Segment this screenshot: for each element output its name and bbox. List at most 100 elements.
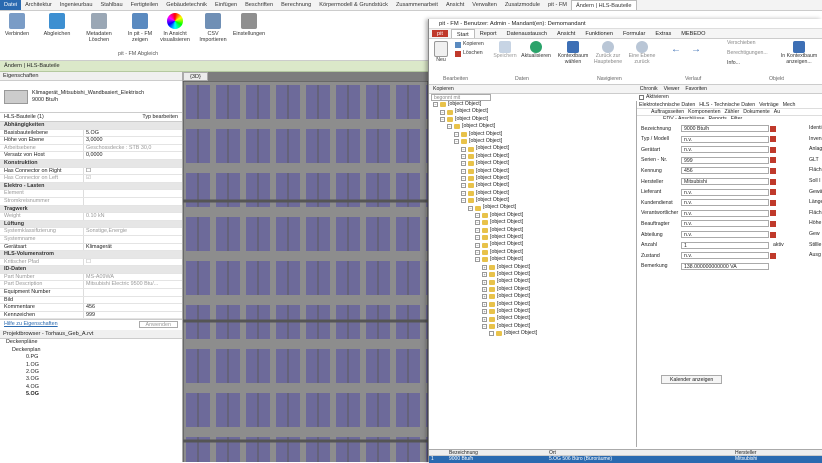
toolbar-viewer[interactable]: Viewer [664, 86, 680, 92]
neu-button[interactable]: Neu [433, 41, 449, 64]
instance-selector[interactable]: HLS-Bauteile (1) [4, 114, 44, 120]
loeschen-button[interactable]: Löschen [455, 50, 483, 57]
tree-node[interactable]: − [object Object] [429, 197, 636, 204]
in-ansicht-visualisieren-button[interactable]: In Ansicht visualisieren [158, 13, 192, 43]
form-field[interactable]: n.v. [681, 252, 769, 260]
ribbon-tab[interactable]: Zusammenarbeit [392, 0, 442, 10]
einstellungen-button[interactable]: Einstellungen [230, 13, 268, 37]
form-field[interactable]: 456 [681, 167, 769, 175]
view-tab-3d[interactable]: {3D} [183, 72, 208, 81]
lookup-icon[interactable] [770, 210, 776, 217]
col-header-ort[interactable]: Ort [549, 450, 735, 456]
expand-toggle-icon[interactable]: − [461, 161, 466, 167]
property-row[interactable]: Versatz von Host 0,0000 [0, 152, 182, 160]
expand-toggle-icon[interactable]: − [475, 220, 480, 226]
tree-node[interactable]: − [object Object] [429, 190, 636, 197]
ribbon-tab[interactable]: Gebäudetechnik [162, 0, 211, 10]
expand-toggle-icon[interactable]: − [482, 323, 487, 329]
tree-node[interactable]: − [object Object] [429, 256, 636, 263]
expand-toggle-icon[interactable] [489, 331, 494, 337]
in-kontextbaum-anzeigen-button[interactable]: In Kontextbaum anzeigen... [777, 41, 821, 66]
kopieren-button[interactable]: Kopieren [455, 41, 484, 48]
browser-item[interactable]: 5.OG [0, 391, 182, 398]
expand-toggle-icon[interactable]: + [482, 309, 487, 315]
tree-node[interactable]: − [object Object] [429, 153, 636, 160]
ribbon-tab[interactable]: Berechnung [277, 0, 315, 10]
property-section[interactable]: ID-Daten [0, 266, 182, 274]
expand-toggle-icon[interactable]: + [482, 272, 487, 278]
toolbar-favoriten[interactable]: Favoriten [685, 86, 707, 92]
form-field[interactable]: 138.000000000000 VA [681, 262, 769, 270]
tree-node[interactable]: − [object Object] [429, 131, 636, 138]
property-section[interactable]: Tragwerk [0, 205, 182, 214]
property-value[interactable]: 456 [84, 304, 182, 311]
expand-toggle-icon[interactable]: − [447, 124, 452, 130]
pit-menu-formular[interactable]: Formular [618, 29, 650, 38]
type-selector[interactable]: Klimagerät_Mitsubishi_Wandbasiert_Elektr… [0, 81, 182, 113]
tree-node[interactable]: − [object Object] [429, 168, 636, 175]
form-field[interactable]: n.v. [681, 135, 769, 143]
kontextbaum-waehlen-button[interactable]: Kontextbaum wählen [557, 41, 589, 66]
browser-item[interactable]: 1.OG [0, 362, 182, 369]
property-row[interactable]: Has Connector on Right ☐ [0, 167, 182, 176]
tree-node[interactable]: − [object Object] [429, 145, 636, 152]
pit-menu-start[interactable]: Start [450, 29, 475, 38]
form-field[interactable]: 9000 Btu/h [681, 125, 769, 132]
form-field[interactable]: n.v. [681, 231, 769, 238]
lookup-icon[interactable] [770, 252, 776, 259]
tree-node[interactable]: + [object Object] [429, 308, 636, 315]
property-section[interactable]: Konstruktion [0, 159, 182, 168]
lookup-icon[interactable] [770, 136, 776, 143]
col-header-bezeichnung[interactable]: Bezeichnung [449, 450, 549, 456]
toolbar-kopieren[interactable]: Kopieren [433, 86, 454, 92]
3d-view[interactable]: {3D} [183, 72, 428, 462]
expand-toggle-icon[interactable]: − [475, 242, 480, 248]
browser-item[interactable]: 2.OG [0, 369, 182, 376]
property-row[interactable]: Equipment Number [0, 289, 182, 297]
expand-toggle-icon[interactable]: − [475, 257, 480, 263]
tree-node[interactable]: + [object Object] [429, 286, 636, 293]
form-field[interactable]: n.v. [681, 188, 769, 196]
property-value[interactable]: 3,0000 [84, 137, 182, 144]
form-field[interactable]: Mitsubishi [681, 178, 769, 185]
browser-item[interactable]: 3.OG [0, 376, 182, 383]
property-row[interactable]: Höhe von Ebene 3,0000 [0, 137, 182, 145]
property-section[interactable]: HLS-Volumenstrom [0, 251, 182, 259]
expand-toggle-icon[interactable]: − [461, 146, 466, 152]
detail-tab[interactable]: Elektrotechnische Daten [639, 102, 695, 108]
back-arrow-icon[interactable]: ← [669, 45, 683, 55]
browser-item[interactable]: Deckenpläne [0, 339, 182, 346]
expand-toggle-icon[interactable]: − [461, 198, 466, 204]
verbinden-button[interactable]: Verbinden [4, 13, 30, 37]
expand-toggle-icon[interactable]: + [482, 286, 487, 292]
berechtigungen-button[interactable]: Berechtigungen... [727, 50, 768, 57]
expand-toggle-icon[interactable]: − [461, 153, 466, 159]
aktivieren-checkbox[interactable]: Aktivieren [639, 94, 669, 100]
form-field[interactable]: n.v. [681, 146, 769, 154]
expand-toggle-icon[interactable]: + [482, 294, 487, 300]
expand-toggle-icon[interactable]: − [454, 139, 459, 145]
tree-search-input[interactable]: begonnt mit [431, 94, 491, 101]
apply-button[interactable]: Anwenden [138, 321, 178, 329]
ribbon-tab[interactable]: Einfügen [211, 0, 241, 10]
ribbon-tab[interactable]: pit - FM [544, 0, 571, 10]
pit-menu-extras[interactable]: Extras [650, 29, 676, 38]
expand-toggle-icon[interactable]: − [433, 102, 438, 108]
tree-node[interactable]: + [object Object] [429, 278, 636, 285]
col-header-hersteller[interactable]: Hersteller [735, 450, 815, 456]
eine-ebene-zurueck-button[interactable]: Eine Ebene zurück [627, 41, 657, 66]
pit-menu-funktionen[interactable]: Funktionen [580, 29, 618, 38]
expand-toggle-icon[interactable]: − [440, 109, 445, 115]
property-section[interactable]: Abhängigkeiten [0, 122, 182, 130]
property-value[interactable] [84, 297, 182, 304]
ribbon-tab[interactable]: Ändern | HLS-Bauteile [570, 0, 637, 10]
detail-tab[interactable]: Au [774, 109, 780, 115]
tree-node[interactable]: − [object Object] [429, 234, 636, 241]
detail-tab[interactable]: Mech [783, 102, 796, 108]
browser-item[interactable]: Deckenplan [0, 347, 182, 354]
pit-menu-ansicht[interactable]: Ansicht [552, 29, 580, 38]
ribbon-tab[interactable]: Zusatzmodule [501, 0, 544, 10]
property-section[interactable]: Elektro - Lasten [0, 182, 182, 191]
in-pitfm-zeigen-button[interactable]: In pit - FM zeigen [122, 13, 158, 43]
pit-menu-pit[interactable]: pit [432, 30, 448, 37]
